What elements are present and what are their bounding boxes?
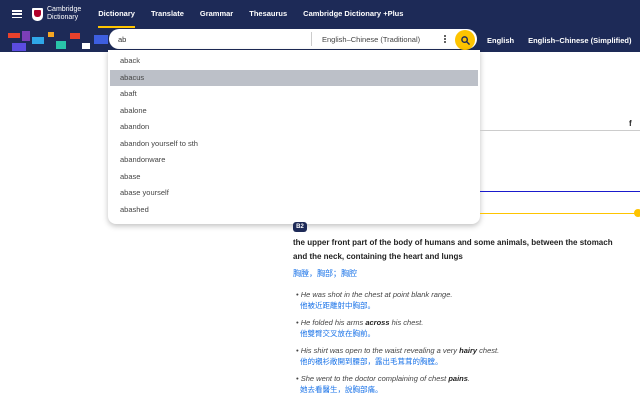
example-translation: 他雙臂交叉放在胸前。 (300, 329, 375, 338)
search-button[interactable] (455, 30, 475, 50)
example-item: • He was shot in the chest at point blan… (296, 289, 636, 311)
main-nav: Dictionary Translate Grammar Thesaurus C… (90, 0, 411, 28)
facebook-icon[interactable]: f (629, 119, 632, 128)
example-item: • She went to the doctor complaining of … (296, 373, 636, 395)
suggestion-item-highlighted[interactable]: abacus (110, 69, 478, 86)
suggestion-item[interactable]: abaft (110, 86, 478, 103)
nav-dictionary-plus[interactable]: Cambridge Dictionary +Plus (295, 0, 411, 28)
lang-english-chinese-simplified[interactable]: English–Chinese (Simplified) (528, 36, 631, 45)
autocomplete-dropdown: aback abacus abaft abalone abandon aband… (108, 50, 480, 224)
example-keyword: across (365, 318, 390, 327)
example-translation: 他的襯衫敞開到腰部，露出毛茸茸的胸膛。 (300, 357, 443, 366)
nav-dictionary[interactable]: Dictionary (90, 0, 143, 28)
example-keyword: hairy (459, 346, 478, 355)
suggestion-item[interactable]: abalone (110, 103, 478, 120)
example-text: He folded his arms (300, 318, 366, 327)
blue-divider (480, 191, 640, 192)
nav-thesaurus[interactable]: Thesaurus (241, 0, 295, 28)
more-options-icon[interactable] (440, 35, 450, 43)
language-options: English English–Chinese (Simplified) (487, 28, 640, 52)
cefr-level-badge: B2 (293, 222, 307, 232)
example-text-end: his chest. (389, 318, 424, 327)
shield-icon (32, 7, 43, 21)
example-item: • He folded his arms across his chest. 他… (296, 317, 636, 339)
yellow-dot (634, 209, 640, 217)
search-input[interactable] (118, 34, 303, 44)
definition-text: the upper front part of the body of huma… (293, 236, 640, 264)
yellow-divider (480, 213, 640, 214)
dictionary-select[interactable]: English–Chinese (Traditional) (322, 35, 440, 44)
decorative-pattern (8, 31, 118, 51)
example-translation: 他被近距離射中胸部。 (300, 301, 375, 310)
suggestion-item[interactable]: abandon yourself to sth (110, 136, 478, 153)
search-icon (460, 35, 470, 45)
example-translation: 她去看醫生，說胸部痛。 (300, 385, 383, 394)
definition-translation: 胸膛，胸部；胸腔 (293, 269, 357, 278)
logo-line-1: Cambridge (47, 6, 82, 13)
divider-line (480, 130, 640, 131)
menu-icon[interactable] (12, 10, 22, 18)
definition-line-1: the upper front part of the body of huma… (293, 238, 613, 247)
suggestion-item[interactable]: aback (110, 53, 478, 70)
suggestion-item[interactable]: abase yourself (110, 185, 478, 202)
example-text: His shirt was open to the waist revealin… (300, 346, 460, 355)
search-box: English–Chinese (Traditional) (109, 29, 477, 49)
example-item: • His shirt was open to the waist reveal… (296, 345, 636, 367)
suggestion-item[interactable]: abandon (110, 119, 478, 136)
nav-grammar[interactable]: Grammar (192, 0, 241, 28)
examples-list: • He was shot in the chest at point blan… (296, 289, 636, 400)
nav-translate[interactable]: Translate (143, 0, 192, 28)
definition-line-2: and the neck, containing the heart and l… (293, 252, 463, 261)
search-divider (311, 32, 312, 46)
suggestion-item[interactable]: abashed (110, 202, 478, 219)
example-text-end: . (467, 374, 470, 383)
cambridge-logo[interactable]: Cambridge Dictionary (32, 6, 81, 22)
suggestion-item[interactable]: abandonware (110, 152, 478, 169)
lang-english[interactable]: English (487, 36, 514, 45)
top-nav-bar: Cambridge Dictionary Dictionary Translat… (0, 0, 640, 28)
example-text: She went to the doctor complaining of ch… (300, 374, 449, 383)
example-text-end: chest. (477, 346, 500, 355)
example-keyword: pains (448, 374, 468, 383)
suggestion-item[interactable]: abase (110, 169, 478, 186)
logo-line-2: Dictionary (47, 14, 79, 21)
example-text: He was shot in the chest at point blank … (300, 290, 453, 299)
